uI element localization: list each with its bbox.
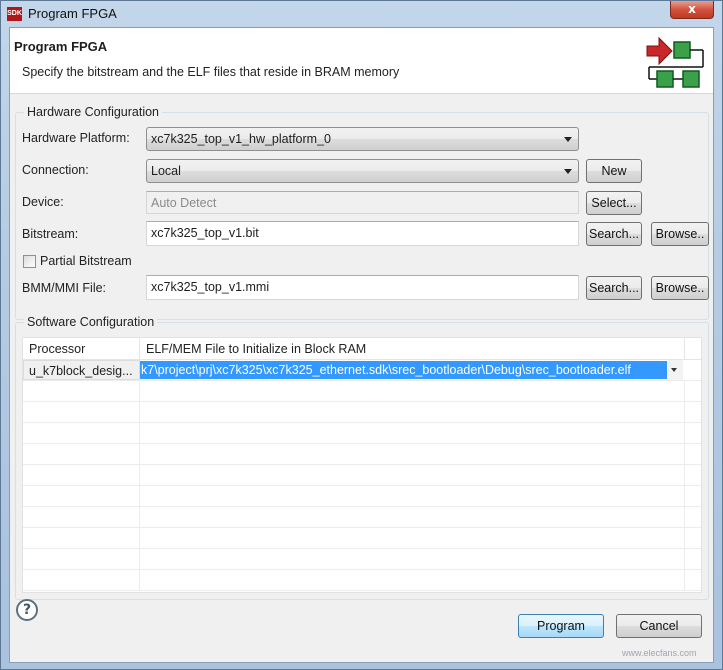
processor-cell[interactable]: u_k7block_desig...	[23, 360, 140, 380]
table-row	[23, 570, 701, 591]
device-field: Auto Detect	[146, 191, 579, 214]
empty-cell	[140, 444, 685, 464]
hardware-platform-value: xc7k325_top_v1_hw_platform_0	[151, 132, 331, 146]
table-row	[23, 444, 701, 465]
connection-value: Local	[151, 164, 181, 178]
empty-cell	[23, 402, 140, 422]
empty-cell	[140, 381, 685, 401]
hardware-platform-label: Hardware Platform:	[22, 131, 130, 145]
table-row	[23, 465, 701, 486]
empty-cell	[23, 549, 140, 569]
close-button[interactable]: x	[670, 1, 714, 19]
chevron-down-icon	[564, 137, 572, 142]
elf-assignment-table: Processor ELF/MEM File to Initialize in …	[22, 337, 702, 593]
hardware-group-title: Hardware Configuration	[24, 105, 163, 119]
partial-bitstream-label: Partial Bitstream	[40, 254, 132, 268]
new-connection-button[interactable]: New	[586, 159, 642, 183]
partial-bitstream-checkbox[interactable]	[23, 255, 36, 268]
empty-cell	[140, 423, 685, 443]
empty-cell	[23, 423, 140, 443]
table-header: Processor ELF/MEM File to Initialize in …	[23, 338, 701, 360]
select-device-button[interactable]: Select...	[586, 191, 642, 215]
page-title: Program FPGA	[14, 39, 108, 54]
empty-cell	[23, 381, 140, 401]
software-group-title: Software Configuration	[24, 315, 158, 329]
elf-file-selected-text[interactable]: k7\project\prj\xc7k325\xc7k325_ethernet.…	[140, 361, 667, 379]
wizard-header: Program FPGA Specify the bitstream and t…	[10, 28, 713, 94]
hardware-platform-dropdown[interactable]: xc7k325_top_v1_hw_platform_0	[146, 127, 579, 151]
table-row	[23, 528, 701, 549]
bitstream-search-button[interactable]: Search...	[586, 222, 642, 246]
table-row	[23, 486, 701, 507]
program-fpga-dialog: SDK Program FPGA x Program FPGA Specify …	[0, 0, 723, 670]
page-description: Specify the bitstream and the ELF files …	[22, 65, 400, 79]
table-row	[23, 423, 701, 444]
empty-cell	[23, 486, 140, 506]
column-header-elf-file[interactable]: ELF/MEM File to Initialize in Block RAM	[140, 338, 685, 360]
hardware-configuration-group: Hardware Configuration Hardware Platform…	[15, 105, 709, 320]
empty-cell	[23, 465, 140, 485]
empty-cell	[140, 528, 685, 548]
bmm-search-button[interactable]: Search...	[586, 276, 642, 300]
empty-cell	[140, 402, 685, 422]
watermark-text: www.elecfans.com	[622, 648, 697, 658]
program-fpga-wizard-icon	[646, 36, 704, 88]
bmm-mmi-file-input[interactable]: xc7k325_top_v1.mmi	[146, 275, 579, 300]
title-bar: SDK Program FPGA x	[1, 1, 722, 27]
empty-cell	[23, 444, 140, 464]
bitstream-label: Bitstream:	[22, 227, 79, 241]
column-header-processor[interactable]: Processor	[23, 338, 140, 360]
dialog-client-area: Program FPGA Specify the bitstream and t…	[9, 27, 714, 663]
empty-cell	[140, 549, 685, 569]
empty-cell	[23, 507, 140, 527]
empty-cell	[140, 507, 685, 527]
bitstream-input[interactable]: xc7k325_top_v1.bit	[146, 221, 579, 246]
sdk-app-icon: SDK	[7, 7, 22, 21]
empty-cell	[140, 486, 685, 506]
program-button[interactable]: Program	[518, 614, 604, 638]
empty-cell	[23, 570, 140, 590]
bitstream-browse-button[interactable]: Browse..	[651, 222, 709, 246]
table-row[interactable]: u_k7block_desig... k7\project\prj\xc7k32…	[23, 360, 701, 381]
help-icon[interactable]: ?	[16, 599, 38, 621]
elf-file-dropdown-arrow-icon[interactable]	[667, 360, 683, 380]
empty-cell	[140, 465, 685, 485]
bmm-mmi-file-label: BMM/MMI File:	[22, 281, 107, 295]
table-row	[23, 402, 701, 423]
table-row	[23, 549, 701, 570]
elf-file-path-text: k7\project\prj\xc7k325\xc7k325_ethernet.…	[141, 363, 631, 377]
chevron-down-icon	[564, 169, 572, 174]
window-title: Program FPGA	[28, 6, 117, 21]
bmm-browse-button[interactable]: Browse..	[651, 276, 709, 300]
elf-file-path: k7\project\prj\xc7k325\xc7k325_ethernet.…	[141, 361, 667, 379]
empty-cell	[140, 570, 685, 590]
elf-file-cell-editor[interactable]: k7\project\prj\xc7k325\xc7k325_ethernet.…	[140, 360, 701, 380]
connection-label: Connection:	[22, 163, 89, 177]
table-row	[23, 381, 701, 402]
table-row	[23, 507, 701, 528]
connection-dropdown[interactable]: Local	[146, 159, 579, 183]
software-configuration-group: Software Configuration Processor ELF/MEM…	[15, 315, 709, 600]
device-label: Device:	[22, 195, 64, 209]
empty-cell	[23, 528, 140, 548]
cancel-button[interactable]: Cancel	[616, 614, 702, 638]
